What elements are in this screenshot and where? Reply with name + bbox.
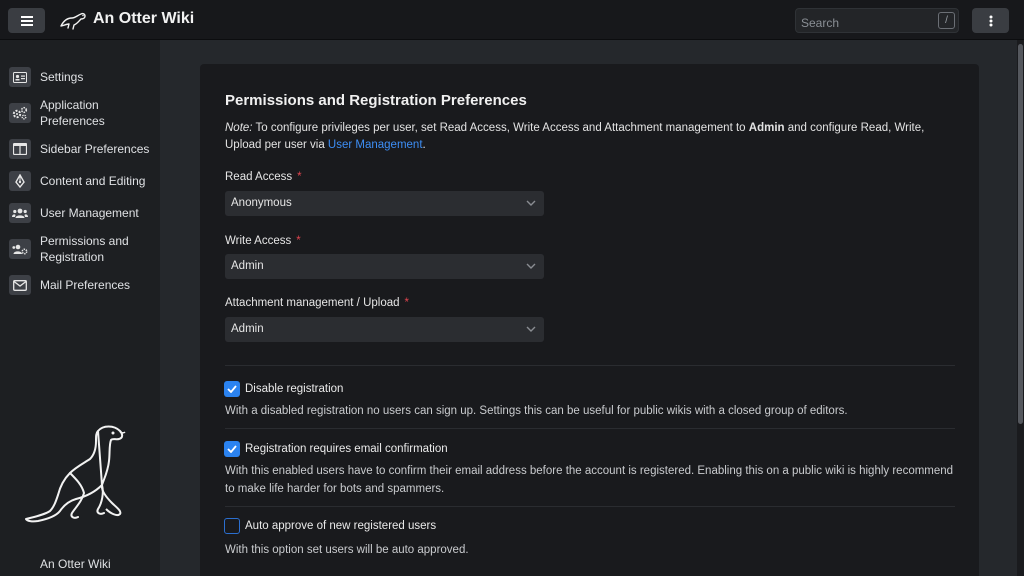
permissions-note: Note: To configure privileges per user, …	[225, 120, 955, 154]
write-access-label: Write Access *	[225, 235, 301, 247]
top-navbar: An Otter Wiki /	[0, 0, 1024, 40]
sidebar-item-user-management[interactable]: User Management	[0, 203, 160, 223]
menu-toggle-button[interactable]	[8, 8, 45, 33]
users-icon	[9, 203, 31, 223]
scrollbar-thumb[interactable]	[1018, 44, 1023, 424]
gears-icon	[9, 103, 31, 123]
field-label-text: Read Access	[225, 171, 293, 183]
sidebar-item-label: Content and Editing	[40, 174, 146, 188]
section-divider	[225, 365, 955, 366]
sidebar-item-label: Sidebar Preferences	[40, 142, 150, 156]
email-confirmation-help: With this enabled users have to confirm …	[225, 465, 954, 495]
pen-nib-icon	[9, 171, 31, 191]
otter-illustration	[25, 425, 126, 523]
write-access-select[interactable]: Admin	[225, 254, 544, 279]
user-management-link[interactable]: User Management	[328, 139, 423, 151]
search-shortcut-hint: /	[938, 12, 955, 29]
users-gear-icon	[9, 239, 31, 259]
note-prefix: Note:	[225, 122, 253, 134]
select-value: Admin	[231, 260, 264, 272]
required-marker: *	[297, 171, 302, 183]
sidebar-item-content-and-editing[interactable]: Content and Editing	[0, 171, 160, 191]
sidebar-item-application-preferences[interactable]: Application Preferences	[0, 97, 160, 129]
section-divider	[225, 428, 955, 429]
disable-registration-label[interactable]: Disable registration	[245, 383, 343, 395]
note-text: .	[422, 139, 426, 151]
read-access-select[interactable]: Anonymous	[225, 191, 544, 216]
attachment-management-select[interactable]: Admin	[225, 317, 544, 342]
sidebar-item-permissions-and-registration[interactable]: Permissions and Registration	[0, 233, 160, 265]
email-confirmation-label[interactable]: Registration requires email confirmation	[245, 443, 448, 455]
select-value: Anonymous	[231, 197, 292, 209]
columns-icon	[9, 139, 31, 159]
sidebar-item-mail-preferences[interactable]: Mail Preferences	[0, 275, 160, 295]
search-input[interactable]	[795, 8, 959, 33]
sidebar-item-settings[interactable]: Settings	[0, 67, 160, 87]
chevron-down-icon	[526, 263, 536, 269]
note-bold-admin: Admin	[748, 122, 785, 134]
section-divider	[225, 506, 955, 507]
sidebar-footer-title: An Otter Wiki	[40, 557, 111, 571]
chevron-down-icon	[526, 326, 536, 332]
checkmark-icon	[227, 385, 237, 393]
field-label-text: Write Access	[225, 235, 292, 247]
read-access-label: Read Access *	[225, 171, 302, 183]
chevron-down-icon	[526, 200, 536, 206]
disable-registration-help: With a disabled registration no users ca…	[225, 405, 848, 417]
page-title: Permissions and Registration Preferences	[225, 92, 527, 109]
sidebar-item-label: User Management	[40, 206, 139, 220]
select-value: Admin	[231, 323, 264, 335]
otter-logo-icon[interactable]	[60, 10, 86, 30]
required-marker: *	[404, 297, 410, 309]
sidebar-item-label: Mail Preferences	[40, 278, 131, 292]
envelope-icon	[9, 275, 31, 295]
auto-approve-help: With this option set users will be auto …	[225, 544, 469, 556]
id-card-icon	[9, 67, 31, 87]
kebab-menu-icon	[989, 15, 992, 26]
auto-approve-checkbox[interactable]	[224, 518, 240, 534]
sidebar-item-label: Settings	[40, 70, 84, 84]
sidebar-item-sidebar-preferences[interactable]: Sidebar Preferences	[0, 139, 160, 159]
more-options-button[interactable]	[972, 8, 1009, 33]
auto-approve-label[interactable]: Auto approve of new registered users	[245, 520, 436, 532]
hamburger-icon	[20, 15, 33, 26]
sidebar-item-label: Permissions and Registration	[40, 234, 129, 264]
checkmark-icon	[227, 445, 237, 453]
required-marker: *	[296, 235, 301, 247]
note-text: To configure privileges per user, set Re…	[252, 122, 749, 134]
sidebar-item-label: Application Preferences	[40, 98, 105, 128]
app-title[interactable]: An Otter Wiki	[93, 10, 194, 28]
disable-registration-checkbox[interactable]	[224, 381, 240, 397]
email-confirmation-checkbox[interactable]	[224, 441, 240, 457]
field-label-text: Attachment management / Upload	[225, 297, 400, 309]
attachment-management-label: Attachment management / Upload *	[225, 297, 409, 309]
